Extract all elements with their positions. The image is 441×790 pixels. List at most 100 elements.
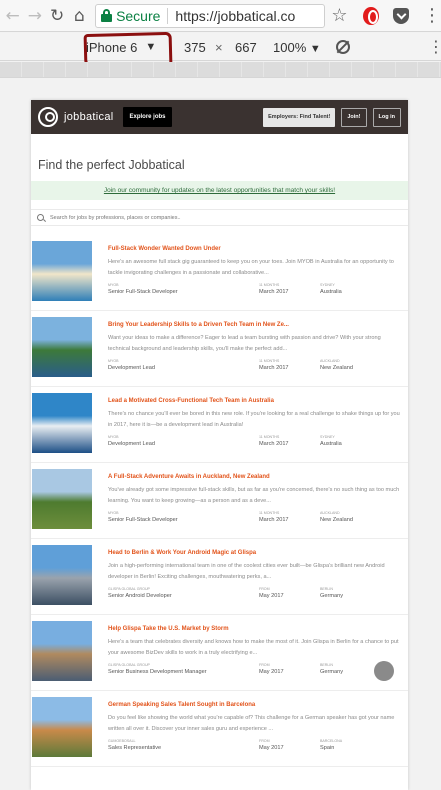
page-title: Find the perfect Jobbatical	[38, 158, 185, 172]
ruler	[0, 62, 441, 78]
job-title[interactable]: Full-Stack Wonder Wanted Down Under	[108, 246, 221, 252]
company-name: GUMOEBOSALL	[108, 739, 136, 743]
company-name: GLISPA GLOBAL GROUP	[108, 663, 150, 667]
viewport-height[interactable]: 667	[235, 40, 257, 55]
job-card[interactable]: Bring Your Leadership Skills to a Driven…	[31, 311, 408, 387]
job-card[interactable]: A Full-Stack Adventure Awaits in Aucklan…	[31, 463, 408, 539]
job-role: Senior Business Development Manager	[108, 669, 207, 675]
job-role: Senior Android Developer	[108, 593, 172, 599]
country: Spain	[320, 745, 335, 751]
job-thumbnail[interactable]	[32, 317, 92, 377]
jobbatical-logo-icon[interactable]	[38, 107, 58, 127]
job-location: BERLIN Germany	[320, 663, 343, 675]
job-location: BARCELONA Spain	[320, 739, 342, 751]
job-thumbnail[interactable]	[32, 545, 92, 605]
start-date: March 2017	[259, 365, 289, 371]
job-description: You've already got some impressive full-…	[108, 487, 400, 504]
job-title[interactable]: Lead a Motivated Cross-Functional Tech T…	[108, 398, 274, 404]
job-start: FROM May 2017	[259, 587, 284, 599]
job-title[interactable]: A Full-Stack Adventure Awaits in Aucklan…	[108, 474, 270, 480]
job-location: BERLIN Germany	[320, 587, 343, 599]
opera-extension-icon[interactable]	[363, 6, 380, 25]
explore-jobs-button[interactable]: Explore jobs	[123, 107, 172, 127]
country: Australia	[320, 289, 342, 295]
community-banner: Join our community for updates on the la…	[31, 181, 408, 200]
dimension-separator: ×	[215, 40, 223, 55]
start-label: FROM	[259, 739, 270, 743]
join-button[interactable]: Join!	[341, 107, 367, 127]
start-date: March 2017	[259, 441, 289, 447]
city-label: AUCKLAND	[320, 359, 340, 363]
login-button[interactable]: Log in	[372, 107, 401, 127]
company-name: MYOB	[108, 511, 119, 515]
device-more-icon[interactable]: ⋮	[428, 37, 441, 56]
job-thumbnail[interactable]	[32, 469, 92, 529]
job-thumbnail[interactable]	[32, 241, 92, 301]
company-name: GLISPA GLOBAL GROUP	[108, 587, 150, 591]
job-title[interactable]: Bring Your Leadership Skills to a Driven…	[108, 322, 289, 328]
address-bar[interactable]: Secure https://jobbatical.co	[95, 3, 326, 28]
job-title[interactable]: Help Glispa Take the U.S. Market by Stor…	[108, 626, 229, 632]
job-role: Senior Full-Stack Developer	[108, 517, 178, 523]
city-label: AUCKLAND	[320, 511, 340, 515]
company-name: MYOB	[108, 283, 119, 287]
start-date: March 2017	[259, 289, 289, 295]
job-start: FROM May 2017	[259, 663, 284, 675]
job-title[interactable]: Head to Berlin & Work Your Android Magic…	[108, 550, 256, 556]
job-thumbnail[interactable]	[32, 621, 92, 681]
device-select[interactable]: iPhone 6 ▼	[86, 33, 156, 61]
start-label: FROM	[259, 663, 270, 667]
job-card[interactable]: Help Glispa Take the U.S. Market by Stor…	[31, 615, 408, 691]
job-start: 11 MONTHS March 2017	[259, 511, 289, 523]
start-date: March 2017	[259, 517, 289, 523]
job-card[interactable]: Head to Berlin & Work Your Android Magic…	[31, 539, 408, 615]
job-description: Here's an awesome full stack gig guarant…	[108, 259, 394, 276]
lock-icon	[101, 9, 113, 22]
employers-button[interactable]: Employers: Find Talent!	[263, 107, 336, 127]
company-name: MYOB	[108, 435, 119, 439]
search-bar[interactable]	[31, 209, 408, 226]
zoom-value: 100%	[273, 40, 307, 55]
viewport-width[interactable]: 375	[184, 40, 206, 55]
community-link[interactable]: Join our community for updates on the la…	[104, 187, 335, 194]
job-description: Join a high-performing international tea…	[108, 563, 385, 580]
logo-text[interactable]: jobbatical	[64, 111, 113, 123]
city-label: BARCELONA	[320, 739, 343, 743]
start-label: 11 MONTHS	[259, 511, 280, 515]
browser-toolbar: ← → ↻ ⌂ Secure https://jobbatical.co ☆ ⋮	[0, 0, 441, 32]
city-label: BERLIN	[320, 587, 333, 591]
home-button[interactable]: ⌂	[70, 5, 89, 27]
job-company: MYOB Development Lead	[108, 435, 155, 447]
job-thumbnail[interactable]	[32, 697, 92, 757]
country: New Zealand	[320, 365, 353, 371]
job-company: MYOB Development Lead	[108, 359, 155, 371]
job-card[interactable]: German Speaking Sales Talent Sought in B…	[31, 691, 408, 767]
job-thumbnail[interactable]	[32, 393, 92, 453]
job-title[interactable]: German Speaking Sales Talent Sought in B…	[108, 702, 255, 708]
reload-button[interactable]: ↻	[48, 5, 67, 27]
job-location: SYDNEY Australia	[320, 283, 342, 295]
job-card[interactable]: Lead a Motivated Cross-Functional Tech T…	[31, 387, 408, 463]
country: Australia	[320, 441, 342, 447]
pocket-extension-icon[interactable]	[393, 7, 410, 24]
job-description: Want your ideas to make a difference? Ea…	[108, 335, 381, 352]
back-button[interactable]: ←	[3, 5, 22, 27]
browser-menu-icon[interactable]: ⋮	[423, 6, 441, 25]
site-header: jobbatical Explore jobs Employers: Find …	[31, 100, 408, 134]
device-name: iPhone 6	[86, 39, 138, 55]
city-label: BERLIN	[320, 663, 333, 667]
rotate-icon[interactable]	[336, 40, 350, 54]
job-company: GLISPA GLOBAL GROUP Senior Business Deve…	[108, 663, 207, 675]
job-company: MYOB Senior Full-Stack Developer	[108, 283, 178, 295]
zoom-select[interactable]: 100% ▼	[273, 40, 321, 55]
bookmark-star-icon[interactable]: ☆	[331, 5, 347, 26]
start-label: FROM	[259, 587, 270, 591]
job-company: MYOB Senior Full-Stack Developer	[108, 511, 178, 523]
start-label: 11 MONTHS	[259, 359, 280, 363]
search-input[interactable]	[50, 214, 350, 221]
url-text[interactable]: https://jobbatical.co	[175, 8, 295, 24]
search-icon	[37, 214, 44, 221]
job-card[interactable]: Full-Stack Wonder Wanted Down Under Here…	[31, 235, 408, 311]
job-role: Development Lead	[108, 365, 155, 371]
forward-button[interactable]: →	[25, 5, 44, 27]
